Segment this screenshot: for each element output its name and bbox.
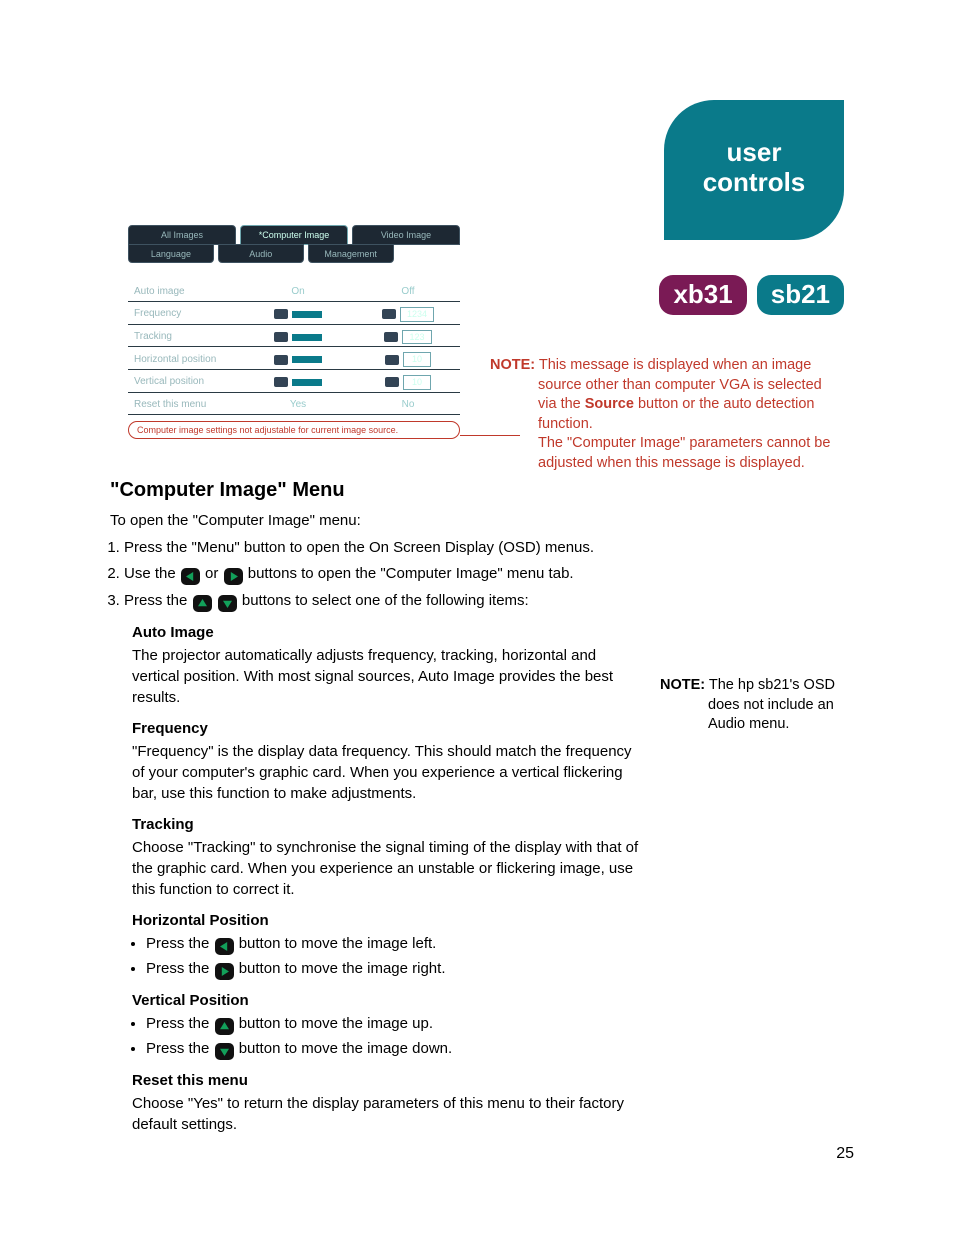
- osd-tab-language: Language: [128, 244, 214, 264]
- down-arrow-icon: [218, 595, 237, 612]
- step-text: buttons to select one of the following i…: [242, 592, 529, 609]
- body-text: Choose "Yes" to return the display param…: [132, 1093, 640, 1135]
- note-text: adjusted when this message is displayed.: [490, 454, 850, 474]
- model-badges: xb31 sb21: [659, 275, 844, 315]
- osd-tab-management: Management: [308, 244, 394, 264]
- right-icon: [385, 355, 399, 365]
- subhead-auto-image: Auto Image: [132, 622, 640, 643]
- page-title: "Computer Image" Menu: [110, 476, 640, 504]
- list-item: Press the button to move the image up.: [146, 1013, 640, 1035]
- page-number: 25: [836, 1143, 854, 1165]
- body-text: Press the: [146, 1015, 214, 1032]
- body-text: The projector automatically adjusts freq…: [132, 645, 640, 708]
- osd-warning-bubble: Computer image settings not adjustable f…: [128, 421, 460, 440]
- subhead-reset: Reset this menu: [132, 1070, 640, 1091]
- osd-option-off: Off: [401, 285, 414, 299]
- up-arrow-icon: [215, 1018, 234, 1035]
- osd-row-tracking: Tracking 123: [128, 328, 460, 348]
- osd-label: Tracking: [128, 330, 240, 344]
- osd-option-yes: Yes: [290, 398, 306, 412]
- osd-value: 123: [402, 330, 431, 345]
- body-text: Press the: [146, 1040, 214, 1057]
- down-icon: [274, 377, 288, 387]
- osd-option-on: On: [291, 285, 304, 299]
- note-text: function.: [490, 415, 850, 435]
- plus-icon: [382, 309, 396, 319]
- minus-icon: [274, 309, 288, 319]
- step-1: Press the "Menu" button to open the On S…: [124, 537, 640, 558]
- osd-row-hpos: Horizontal position 10: [128, 350, 460, 370]
- osd-row-auto-image: Auto image On Off: [128, 283, 460, 302]
- body-text: button to move the image up.: [239, 1015, 433, 1032]
- up-icon: [385, 377, 399, 387]
- side-note: NOTE: The hp sb21's OSD does not include…: [660, 676, 900, 735]
- badge-xb31: xb31: [659, 275, 746, 315]
- subhead-frequency: Frequency: [132, 718, 640, 739]
- osd-tab-video-image: Video Image: [352, 225, 460, 245]
- section-tab-line1: user: [727, 137, 782, 167]
- osd-screenshot: All Images *Computer Image Video Image L…: [128, 225, 460, 439]
- body-text: "Frequency" is the display data frequenc…: [132, 741, 640, 804]
- list-item: Press the button to move the image left.: [146, 933, 640, 955]
- body-text: Press the: [146, 960, 214, 977]
- osd-value: 10: [403, 375, 431, 390]
- subhead-tracking: Tracking: [132, 814, 640, 835]
- note-text: does not include an: [660, 696, 900, 716]
- down-arrow-icon: [215, 1043, 234, 1060]
- note-text: The "Computer Image" parameters cannot b…: [490, 434, 850, 454]
- left-icon: [274, 355, 288, 365]
- osd-row-frequency: Frequency 1234: [128, 305, 460, 325]
- note-callout: NOTE: This message is displayed when an …: [490, 356, 850, 473]
- section-tab-line2: controls: [703, 167, 806, 197]
- osd-value: 10: [403, 352, 431, 367]
- right-arrow-icon: [224, 568, 243, 585]
- right-arrow-icon: [215, 963, 234, 980]
- plus-icon: [384, 332, 398, 342]
- left-arrow-icon: [215, 938, 234, 955]
- step-2: Use the or buttons to open the "Computer…: [124, 563, 640, 585]
- note-label: NOTE:: [490, 357, 535, 373]
- osd-row-vpos: Vertical position 10: [128, 373, 460, 393]
- subhead-vertical-position: Vertical Position: [132, 990, 640, 1011]
- body-text: button to move the image down.: [239, 1040, 452, 1057]
- minus-icon: [274, 332, 288, 342]
- osd-row-reset: Reset this menu Yes No: [128, 396, 460, 415]
- osd-tab-audio: Audio: [218, 244, 304, 264]
- step-text: buttons to open the "Computer Image" men…: [248, 565, 574, 582]
- main-content: "Computer Image" Menu To open the "Compu…: [110, 476, 640, 1137]
- osd-label: Vertical position: [128, 375, 240, 389]
- step-text: Press the: [124, 592, 192, 609]
- osd-label: Auto image: [128, 285, 240, 299]
- osd-option-no: No: [402, 398, 415, 412]
- osd-tab-computer-image: *Computer Image: [240, 225, 348, 245]
- body-text: button to move the image left.: [239, 935, 437, 952]
- step-3: Press the buttons to select one of the f…: [124, 590, 640, 612]
- list-item: Press the button to move the image down.: [146, 1038, 640, 1060]
- badge-sb21: sb21: [757, 275, 844, 315]
- note-text: button or the auto detection: [634, 396, 815, 412]
- source-button-ref: Source: [585, 396, 634, 412]
- section-tab: user controls: [664, 100, 844, 240]
- note-text: The hp sb21's OSD: [705, 677, 835, 693]
- osd-value: 1234: [400, 307, 434, 322]
- osd-label: Frequency: [128, 307, 240, 321]
- note-text: This message is displayed when an image: [535, 357, 811, 373]
- note-label: NOTE:: [660, 677, 705, 693]
- body-text: Choose "Tracking" to synchronise the sig…: [132, 837, 640, 900]
- step-text: Use the: [124, 565, 180, 582]
- body-text: Press the: [146, 935, 214, 952]
- body-text: button to move the image right.: [239, 960, 446, 977]
- up-arrow-icon: [193, 595, 212, 612]
- osd-tab-all-images: All Images: [128, 225, 236, 245]
- subhead-horizontal-position: Horizontal Position: [132, 910, 640, 931]
- osd-label: Reset this menu: [128, 398, 240, 412]
- step-text: or: [205, 565, 223, 582]
- left-arrow-icon: [181, 568, 200, 585]
- intro-text: To open the "Computer Image" menu:: [110, 510, 640, 531]
- note-text: via the: [538, 396, 585, 412]
- note-text: source other than computer VGA is select…: [490, 376, 850, 396]
- list-item: Press the button to move the image right…: [146, 958, 640, 980]
- osd-label: Horizontal position: [128, 353, 240, 367]
- note-text: Audio menu.: [660, 715, 900, 735]
